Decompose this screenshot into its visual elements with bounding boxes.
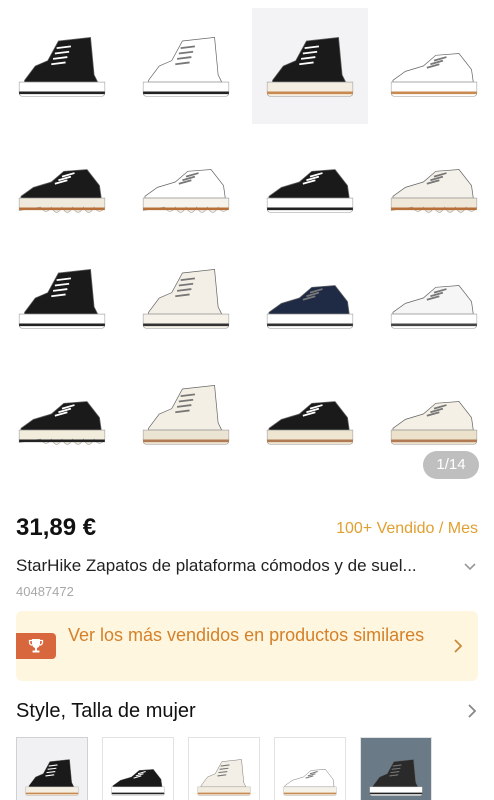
cream-high-top-chunky-icon <box>142 269 230 329</box>
variant-thumbnail[interactable] <box>102 737 174 800</box>
trophy-icon <box>16 633 56 659</box>
black-wave-platform-high-icon <box>18 401 106 445</box>
product-price: 31,89 € <box>16 514 97 541</box>
gallery-image[interactable] <box>376 240 492 356</box>
black-wave-platform-low-icon <box>18 169 106 213</box>
gallery-image[interactable] <box>4 8 120 124</box>
bestsellers-banner[interactable]: Ver los más vendidos en productos simila… <box>16 611 478 681</box>
black-high-top-sneaker-icon <box>18 37 106 97</box>
white-low-top-chunky-icon <box>390 285 478 329</box>
worn-sneaker-photo-icon <box>369 759 423 796</box>
black-low-top-platform-icon <box>111 769 165 796</box>
gallery-image[interactable] <box>376 8 492 124</box>
variant-thumbnail[interactable] <box>16 737 88 800</box>
variant-thumbnail[interactable] <box>188 737 260 800</box>
navy-low-top-chunky-icon <box>266 285 354 329</box>
chevron-down-icon[interactable] <box>462 558 478 574</box>
product-title-row[interactable]: StarHike Zapatos de plataforma cómodos y… <box>16 554 478 578</box>
gallery-image[interactable] <box>252 240 368 356</box>
gallery-image[interactable] <box>128 8 244 124</box>
gallery-image[interactable] <box>252 124 368 240</box>
cream-high-top-platform-icon <box>197 759 251 796</box>
white-wave-platform-high-icon <box>142 169 230 213</box>
white-wave-platform-low-icon <box>390 169 478 213</box>
black-low-top-lug-icon <box>266 401 354 445</box>
gallery-image[interactable] <box>128 124 244 240</box>
gallery-image[interactable] <box>4 124 120 240</box>
chevron-right-icon <box>454 639 463 653</box>
cream-low-top-lug-icon <box>390 401 478 445</box>
variant-section-title: Style, Talla de mujer <box>16 699 196 722</box>
black-high-top-chunky-icon <box>18 269 106 329</box>
gallery-image[interactable] <box>128 240 244 356</box>
gallery-image[interactable] <box>376 124 492 240</box>
product-sku: 40487472 <box>16 584 74 599</box>
white-low-top-sneaker-icon <box>390 53 478 97</box>
bestsellers-banner-text: Ver los más vendidos en productos simila… <box>68 625 425 645</box>
black-high-top-platform-icon <box>25 759 79 796</box>
gallery-image[interactable] <box>128 356 244 472</box>
variant-thumbnail[interactable] <box>274 737 346 800</box>
gallery-image[interactable] <box>252 356 368 472</box>
image-counter: 1/14 <box>423 451 479 479</box>
white-high-top-sneaker-icon <box>142 37 230 97</box>
gallery-image[interactable] <box>252 8 368 124</box>
black-low-top-platform-icon <box>266 169 354 213</box>
sold-count: 100+ Vendido / Mes <box>336 520 478 537</box>
variant-thumbnail[interactable] <box>360 737 432 800</box>
black-high-top-platform-icon <box>266 37 354 97</box>
gallery-image[interactable] <box>4 356 120 472</box>
variant-thumbnails <box>16 737 494 800</box>
product-title: StarHike Zapatos de plataforma cómodos y… <box>16 556 417 575</box>
white-low-top-platform-icon <box>283 769 337 796</box>
variant-section-header[interactable]: Style, Talla de mujer <box>16 697 478 725</box>
cream-high-top-lug-icon <box>142 385 230 445</box>
chevron-right-icon <box>468 704 477 718</box>
product-image-gallery[interactable]: 1/14 <box>0 0 494 495</box>
gallery-image[interactable] <box>4 240 120 356</box>
